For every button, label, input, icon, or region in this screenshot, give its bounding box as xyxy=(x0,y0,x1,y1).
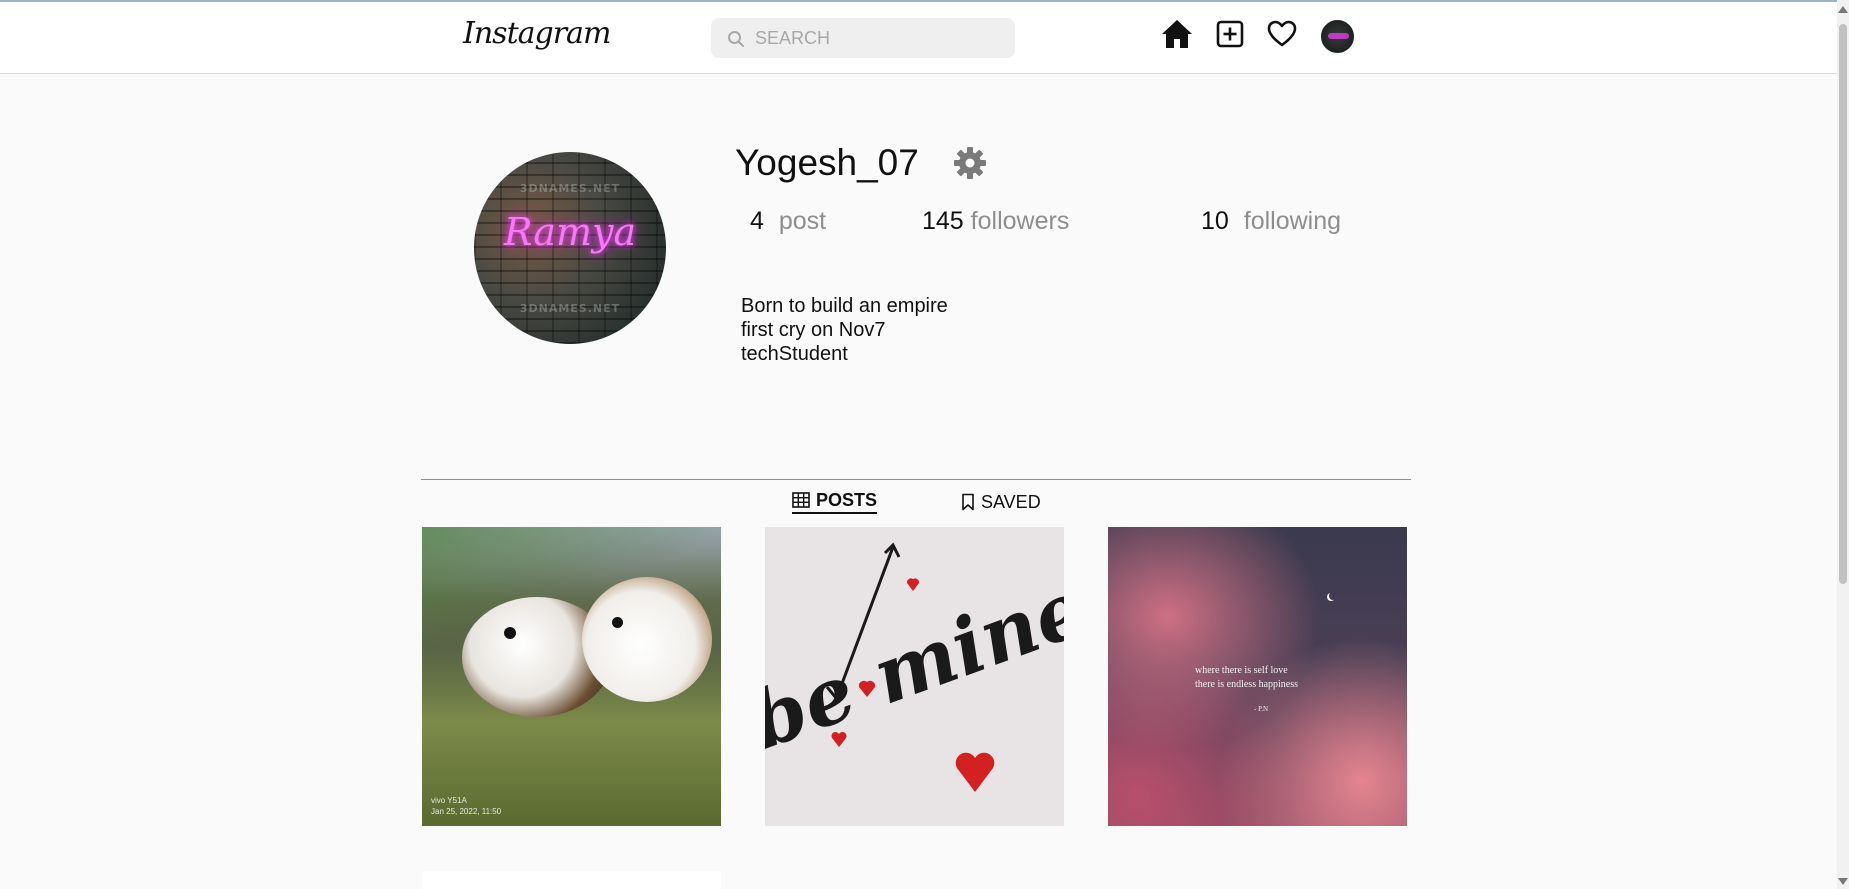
watermark: 3DNAMES.NET xyxy=(519,302,621,315)
pig-eye xyxy=(612,617,623,628)
tab-posts-label: POSTS xyxy=(816,489,878,510)
avatar[interactable] xyxy=(1321,20,1354,53)
post-thumbnail[interactable]: vivo Y51A Jan 25, 2022, 11:50 xyxy=(422,527,721,826)
post-thumbnail[interactable]: be mine xyxy=(765,527,1064,826)
scroll-down-arrow[interactable] xyxy=(1838,878,1848,885)
bio-line: Born to build an empire xyxy=(741,295,948,317)
grid-icon xyxy=(792,492,810,508)
home-icon[interactable] xyxy=(1159,16,1195,52)
search-icon xyxy=(728,31,744,47)
moon-icon xyxy=(1329,592,1337,600)
watermark: 3DNAMES.NET xyxy=(519,182,621,195)
heart-icon[interactable] xyxy=(1264,16,1300,52)
scrollbar-thumb[interactable] xyxy=(1839,24,1847,584)
avatar-neon-mark xyxy=(1328,33,1349,39)
bio-line: techStudent xyxy=(741,343,848,365)
tabs-divider xyxy=(421,479,1411,480)
profile-picture-neon-text: Ramya xyxy=(503,210,637,254)
post-quote: where there is self love there is endles… xyxy=(1195,664,1298,692)
guinea-pig xyxy=(582,577,712,702)
page-scrollbar[interactable] xyxy=(1837,0,1849,889)
add-post-icon[interactable] xyxy=(1212,16,1248,52)
quote-line: there is endless happiness xyxy=(1195,679,1299,690)
profile-username: Yogesh_07 xyxy=(735,142,919,183)
quote-signature: - P.N xyxy=(1254,705,1269,713)
post-thumbnail[interactable]: where there is self love there is endles… xyxy=(1108,527,1407,826)
camera-model: vivo Y51A xyxy=(431,796,467,805)
tab-saved[interactable]: SAVED xyxy=(961,490,1041,514)
tab-saved-label: SAVED xyxy=(981,491,1041,512)
camera-timestamp: Jan 25, 2022, 11:50 xyxy=(431,807,502,816)
search-bar[interactable] xyxy=(711,18,1015,58)
post-thumbnail[interactable] xyxy=(422,871,721,889)
search-input[interactable] xyxy=(755,19,1005,57)
be-mine-line: be mine xyxy=(765,562,1064,767)
bio-line: first cry on Nov7 xyxy=(741,319,886,341)
profile-bio: Born to build an empire first cry on Nov… xyxy=(741,294,948,366)
tab-posts[interactable]: POSTS xyxy=(792,489,878,514)
followers-label: followers xyxy=(970,207,1070,235)
following-stat[interactable]: 10 following xyxy=(1201,207,1341,236)
gear-icon[interactable] xyxy=(952,145,988,181)
navbar: Instagram xyxy=(0,2,1837,74)
pig-eye xyxy=(504,627,516,639)
following-label: following xyxy=(1243,207,1342,235)
post-camera-caption: vivo Y51A Jan 25, 2022, 11:50 xyxy=(431,795,501,817)
be-mine-artwork: be mine xyxy=(765,542,1064,792)
posts-label: post xyxy=(778,207,827,235)
following-count: 10 xyxy=(1201,207,1229,235)
posts-count: 4 xyxy=(750,207,764,235)
followers-stat[interactable]: 145 followers xyxy=(922,207,1069,236)
profile-picture[interactable]: 3DNAMES.NET Ramya 3DNAMES.NET xyxy=(474,152,666,344)
bookmark-icon xyxy=(962,493,974,511)
instagram-logo[interactable]: Instagram xyxy=(463,16,611,51)
followers-count: 145 xyxy=(922,207,964,235)
posts-stat[interactable]: 4 post xyxy=(750,207,826,236)
quote-line: where there is self love xyxy=(1195,665,1288,676)
scroll-up-arrow[interactable] xyxy=(1838,6,1848,13)
